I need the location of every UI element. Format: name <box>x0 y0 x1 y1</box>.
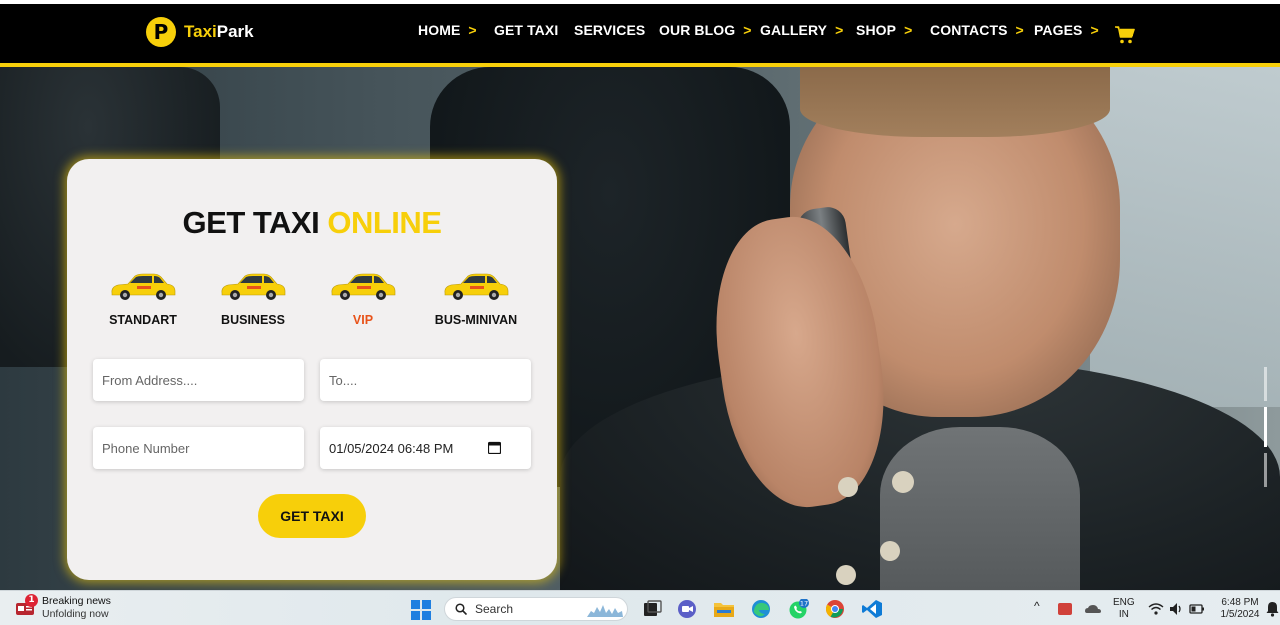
taskbar-search[interactable]: Search <box>444 597 628 621</box>
nav-item-label: GALLERY <box>760 22 828 38</box>
brand-name: TaxiPark <box>184 22 254 42</box>
file-explorer-icon[interactable] <box>713 599 735 619</box>
whatsapp-badge: 17 <box>800 600 808 608</box>
edge-browser-icon[interactable] <box>750 599 772 619</box>
nav-item-services[interactable]: SERVICES <box>574 22 645 38</box>
slider-dot[interactable] <box>1264 367 1267 401</box>
nav-item-label: PAGES <box>1034 22 1083 38</box>
nav-item-gallery[interactable]: GALLERY > <box>760 22 843 38</box>
news-title: Breaking news <box>42 595 111 607</box>
datetime-input[interactable]: 01/05/2024 06:48 PM <box>320 427 531 469</box>
car-type-standart[interactable]: STANDART <box>88 273 198 327</box>
car-type-business[interactable]: BUSINESS <box>198 273 308 327</box>
booking-card: GET TAXI ONLINE STANDART BUSINESS VIP BU… <box>67 159 557 580</box>
search-label: Search <box>475 602 514 616</box>
volume-icon[interactable] <box>1168 601 1184 617</box>
nav-item-label: CONTACTS <box>930 22 1008 38</box>
taxi-car-icon <box>111 273 176 300</box>
nav-item-pages[interactable]: PAGES > <box>1034 22 1099 38</box>
taxi-car-icon <box>331 273 396 300</box>
get-taxi-button[interactable]: GET TAXI <box>258 494 366 538</box>
nav-item-label: OUR BLOG <box>659 22 736 38</box>
logo-icon: P <box>146 17 176 47</box>
windows-start-icon[interactable] <box>411 600 431 620</box>
onedrive-sync-icon[interactable] <box>1084 600 1102 618</box>
car-type-vip[interactable]: VIP <box>308 273 418 327</box>
search-highlight-skyline-icon <box>587 605 623 617</box>
chevron-right-icon: > <box>835 22 844 38</box>
news-icon: 1 <box>16 594 38 618</box>
clock-time: 6:48 PM <box>1221 597 1259 608</box>
nav-item-get-taxi[interactable]: GET TAXI <box>494 22 558 38</box>
tray-app-icon[interactable] <box>1056 600 1074 618</box>
nav-item-label: GET TAXI <box>494 22 559 38</box>
chevron-right-icon: > <box>1015 22 1024 38</box>
chevron-right-icon: > <box>904 22 913 38</box>
teams-meet-icon[interactable] <box>676 599 698 619</box>
card-title-accent: ONLINE <box>327 205 442 240</box>
nav-item-label: SHOP <box>856 22 897 38</box>
news-subtitle: Unfolding now <box>42 608 109 620</box>
battery-icon[interactable] <box>1189 601 1205 617</box>
car-type-label-active: VIP <box>352 313 374 327</box>
search-icon <box>455 603 467 615</box>
notification-bell-icon[interactable] <box>1266 601 1279 617</box>
wifi-icon[interactable] <box>1148 601 1164 617</box>
photo-jacket-button <box>838 477 858 497</box>
language-indicator[interactable]: ENG IN <box>1113 597 1135 621</box>
photo-jacket-button <box>836 565 856 585</box>
nav-item-shop[interactable]: SHOP > <box>856 22 912 38</box>
brand-name-a: Taxi <box>184 22 217 41</box>
slider-dot-active[interactable] <box>1264 407 1267 447</box>
nav-item-home[interactable]: HOME > <box>418 22 477 38</box>
nav-item-our-blog[interactable]: OUR BLOG > <box>659 22 752 38</box>
chevron-right-icon: > <box>1090 22 1099 38</box>
car-type-label: BUSINESS <box>221 313 285 327</box>
taxi-car-icon <box>444 273 509 300</box>
card-title: GET TAXI ONLINE <box>67 205 557 241</box>
chrome-browser-icon[interactable] <box>824 599 846 619</box>
phone-number-input[interactable]: Phone Number <box>93 427 304 469</box>
datetime-value: 01/05/2024 06:48 PM <box>329 440 454 456</box>
windows-taskbar: 1 Breaking news Unfolding now Search 17 … <box>0 590 1280 625</box>
photo-jacket-button <box>880 541 900 561</box>
slider-dot[interactable] <box>1264 453 1267 487</box>
shopping-cart-icon[interactable] <box>1115 26 1135 44</box>
navbar: P TaxiPark HOME > GET TAXI SERVICES OUR … <box>0 4 1280 64</box>
chevron-right-icon: > <box>468 22 477 38</box>
vscode-icon[interactable] <box>861 599 883 619</box>
from-address-input[interactable]: From Address.... <box>93 359 304 401</box>
news-badge: 1 <box>25 594 38 607</box>
chevron-right-icon: > <box>743 22 752 38</box>
whatsapp-icon[interactable]: 17 <box>787 599 809 619</box>
show-hidden-icons-chevron-icon[interactable]: ^ <box>1034 600 1040 612</box>
photo-jacket-button <box>892 471 914 493</box>
clock-date: 1/5/2024 <box>1220 609 1260 620</box>
nav-item-label: HOME <box>418 22 461 38</box>
nav-item-contacts[interactable]: CONTACTS > <box>930 22 1024 38</box>
calendar-icon[interactable] <box>488 441 501 454</box>
brand-logo[interactable]: P TaxiPark <box>146 17 254 47</box>
card-title-main: GET TAXI <box>182 205 320 240</box>
clock[interactable]: 6:48 PM 1/5/2024 <box>1215 597 1265 621</box>
car-type-bus-minivan[interactable]: BUS-MINIVAN <box>421 273 531 327</box>
car-type-label: BUS-MINIVAN <box>434 313 518 327</box>
language-code: ENG <box>1113 597 1135 608</box>
car-type-label: STANDART <box>109 313 177 327</box>
photo-shirt <box>880 427 1080 590</box>
task-view-icon[interactable] <box>641 599 663 619</box>
to-address-input[interactable]: To.... <box>320 359 531 401</box>
brand-name-b: Park <box>216 22 254 41</box>
photo-hair <box>800 67 1110 137</box>
taxi-car-icon <box>221 273 286 300</box>
nav-item-label: SERVICES <box>574 22 646 38</box>
region-code: IN <box>1118 609 1129 620</box>
news-widget[interactable]: 1 Breaking news Unfolding now <box>16 594 111 621</box>
